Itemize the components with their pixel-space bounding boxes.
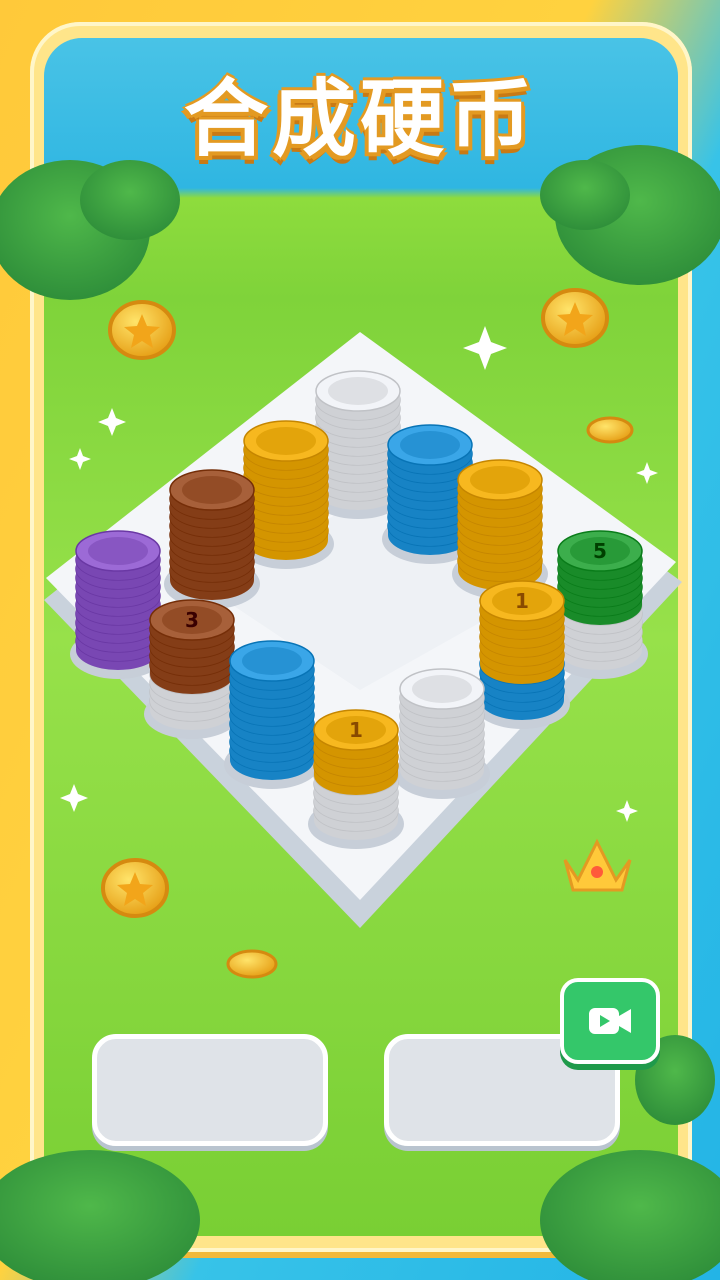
stack-brown-back[interactable] bbox=[164, 469, 260, 609]
stack-value-label: 1 bbox=[349, 718, 363, 742]
coin-icon bbox=[226, 949, 278, 979]
coin-icon bbox=[586, 416, 634, 444]
bush-bottom-left bbox=[0, 1150, 200, 1280]
coin-icon bbox=[541, 288, 609, 348]
game-title: 合成硬币 bbox=[183, 70, 536, 168]
coin-face bbox=[182, 476, 242, 504]
stack-gold-right[interactable] bbox=[452, 459, 548, 599]
stack-green[interactable]: 5 bbox=[552, 530, 648, 679]
stack-white-front[interactable] bbox=[394, 668, 490, 799]
coin-face bbox=[328, 377, 388, 405]
video-camera-icon bbox=[589, 1008, 631, 1034]
stack-brown-front[interactable]: 3 bbox=[144, 599, 240, 739]
stack-value-label: 1 bbox=[515, 589, 529, 613]
stack-gold-front[interactable]: 1 bbox=[308, 709, 404, 849]
empty-slot-left[interactable] bbox=[92, 1034, 328, 1146]
coin-face bbox=[256, 427, 316, 455]
crown-icon bbox=[563, 838, 632, 892]
coin-face bbox=[470, 466, 530, 494]
stack-value-label: 5 bbox=[593, 539, 607, 563]
coin-icon bbox=[101, 858, 169, 918]
bush-left bbox=[0, 160, 180, 300]
coin-face bbox=[400, 431, 460, 459]
coin-icon bbox=[108, 300, 176, 360]
coin-face bbox=[242, 647, 302, 675]
coin-face bbox=[88, 537, 148, 565]
watch-video-button[interactable] bbox=[560, 978, 660, 1064]
stack-blue-front[interactable] bbox=[224, 640, 320, 789]
coin-face bbox=[412, 675, 472, 703]
stack-value-label: 3 bbox=[185, 608, 199, 632]
stack-blue-gold[interactable]: 1 bbox=[474, 580, 570, 729]
